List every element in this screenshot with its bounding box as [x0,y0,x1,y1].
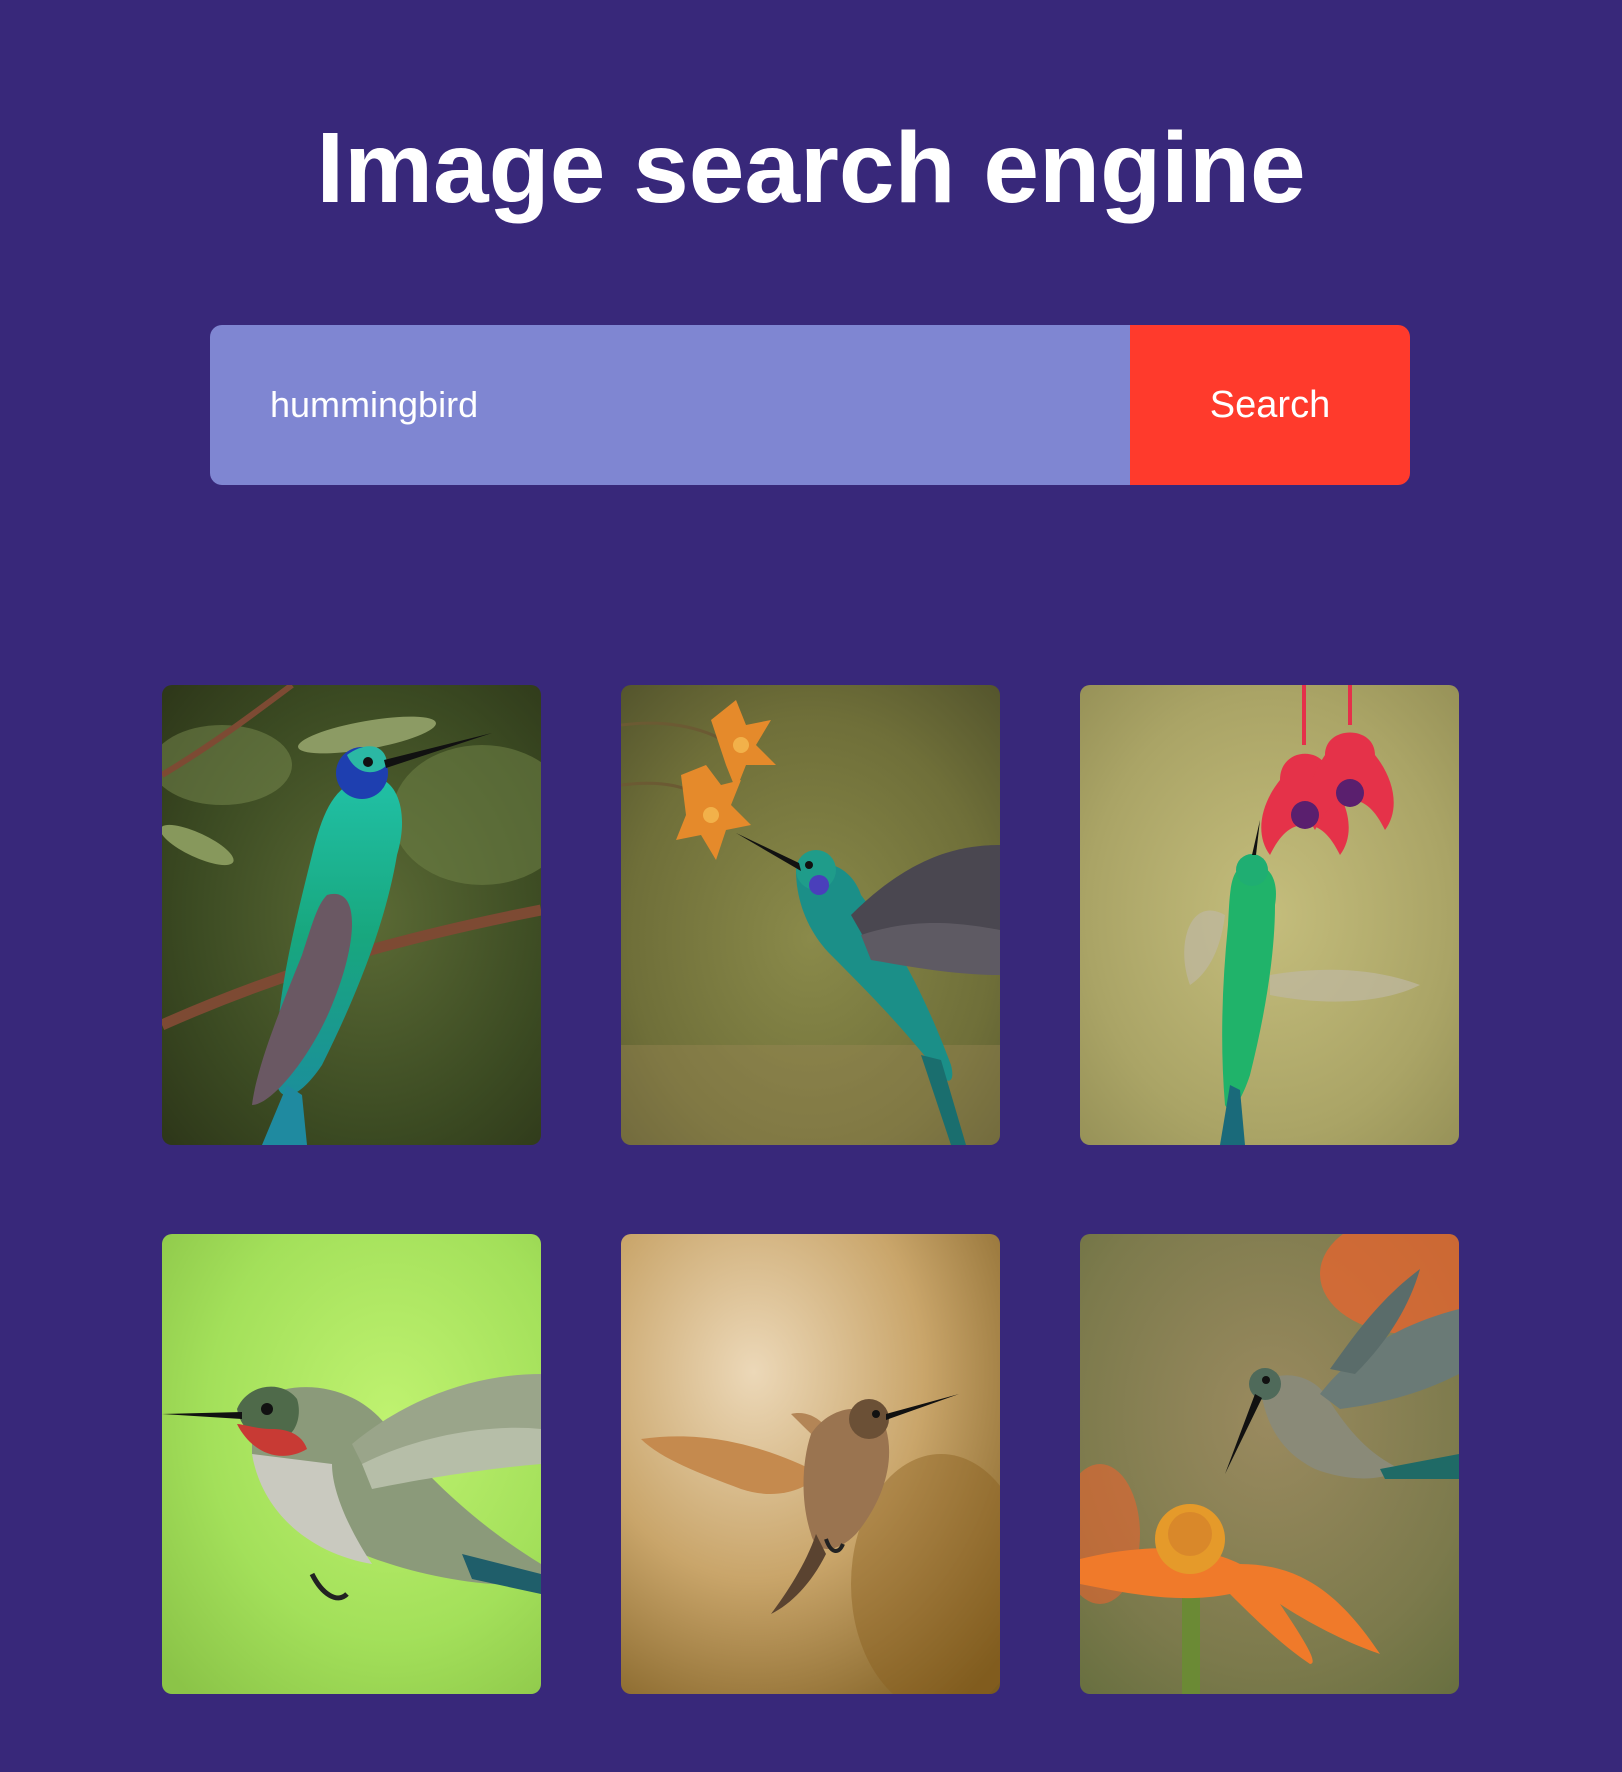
hummingbird-perched-image [162,685,541,1145]
image-result[interactable] [1080,685,1459,1145]
search-input[interactable] [210,325,1130,485]
page-title: Image search engine [316,112,1306,224]
hummingbird-orange-flower-image [1080,1234,1459,1694]
image-result[interactable] [621,685,1000,1145]
image-result[interactable] [162,1234,541,1694]
hummingbird-fuchsia-image [1080,685,1459,1145]
hummingbird-hovering-image [621,685,1000,1145]
image-result[interactable] [621,1234,1000,1694]
page: Image search engine Search [0,0,1622,1772]
image-result[interactable] [162,685,541,1145]
ruby-throated-hummingbird-image [162,1234,541,1694]
image-result[interactable] [1080,1234,1459,1694]
brown-hummingbird-image [621,1234,1000,1694]
search-button[interactable]: Search [1130,325,1410,485]
search-form: Search [210,325,1410,485]
image-results-grid [162,685,1460,1694]
